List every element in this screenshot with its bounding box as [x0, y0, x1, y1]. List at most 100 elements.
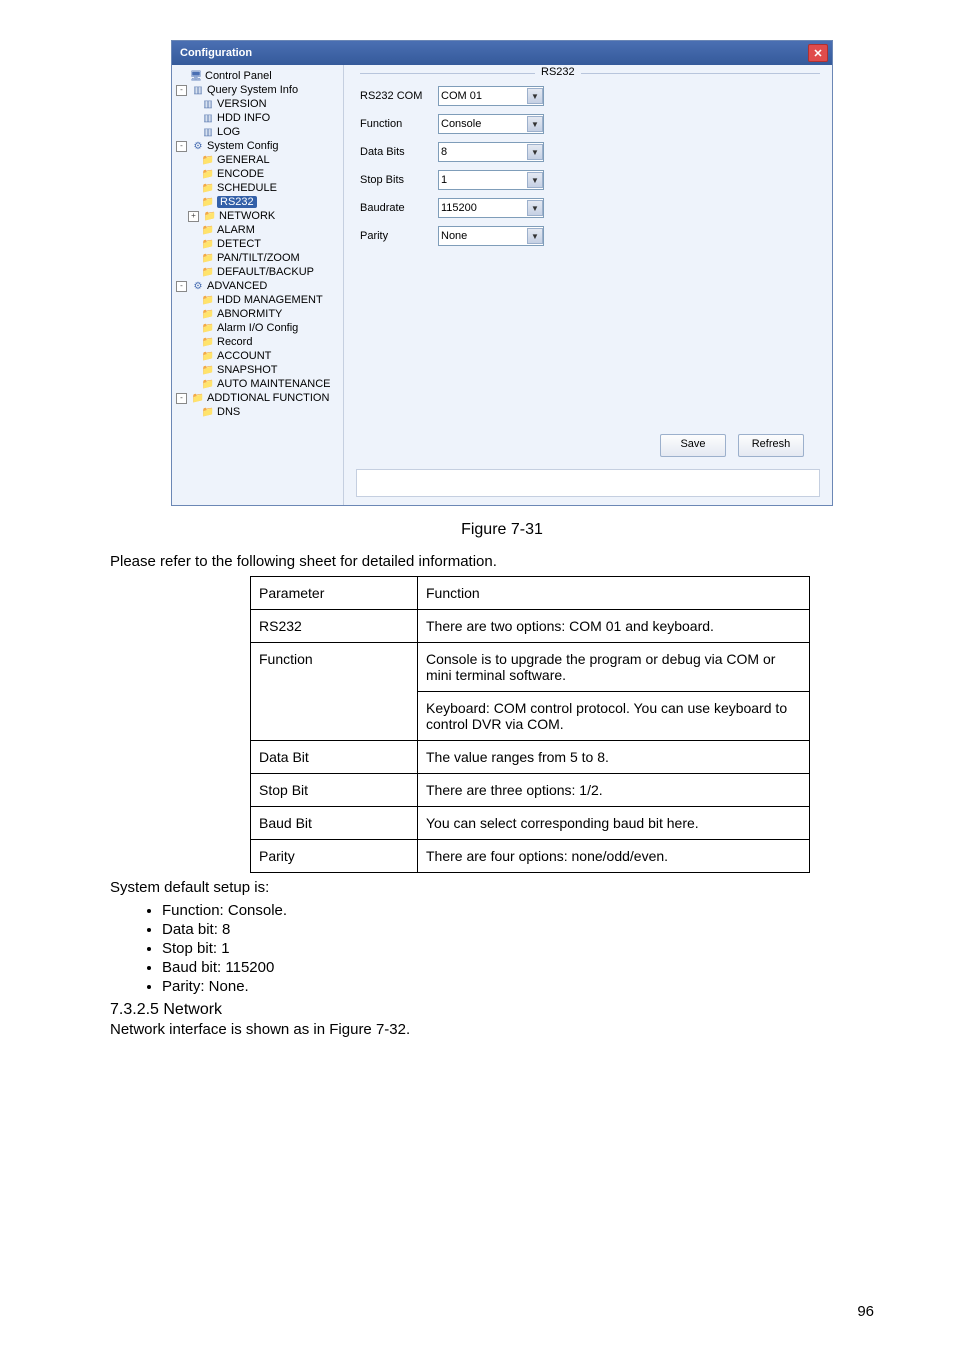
refresh-button[interactable]: Refresh: [738, 434, 804, 457]
gear-icon: ⚙: [192, 280, 204, 292]
tree-item[interactable]: -⚙ADVANCED: [176, 279, 341, 293]
tree-item[interactable]: ▥LOG: [176, 125, 341, 139]
setting-dropdown[interactable]: 8▼: [438, 142, 544, 162]
tree-label: HDD MANAGEMENT: [217, 294, 323, 306]
navigation-tree: 🖥Control Panel-▥Query System Info▥VERSIO…: [172, 65, 344, 505]
table-header-row: Parameter Function: [251, 577, 810, 610]
tree-item[interactable]: 📁DETECT: [176, 237, 341, 251]
expander-icon[interactable]: -: [176, 281, 187, 292]
tree-item[interactable]: 📁Alarm I/O Config: [176, 321, 341, 335]
tree-item[interactable]: ▥HDD INFO: [176, 111, 341, 125]
parameter-table: Parameter Function RS232There are two op…: [250, 576, 810, 873]
expander-icon[interactable]: -: [176, 85, 187, 96]
tree-label: Control Panel: [205, 70, 272, 82]
tree-label: RS232: [217, 196, 257, 208]
tree-label: ADDTIONAL FUNCTION: [207, 392, 329, 404]
tree-item[interactable]: 📁PAN/TILT/ZOOM: [176, 251, 341, 265]
tree-label: DEFAULT/BACKUP: [217, 266, 314, 278]
header-function: Function: [418, 577, 810, 610]
folder-icon: 📁: [202, 238, 214, 250]
tree-item[interactable]: 🖥Control Panel: [176, 69, 341, 83]
tree-item[interactable]: 📁RS232: [176, 195, 341, 209]
setting-label: Data Bits: [360, 146, 438, 158]
file-icon: ▥: [202, 112, 214, 124]
tree-label: Query System Info: [207, 84, 298, 96]
setting-dropdown[interactable]: 115200▼: [438, 198, 544, 218]
tree-item[interactable]: 📁SCHEDULE: [176, 181, 341, 195]
setting-dropdown[interactable]: None▼: [438, 226, 544, 246]
defaults-intro: System default setup is:: [110, 879, 894, 896]
expander-icon[interactable]: -: [176, 393, 187, 404]
file-icon: ▥: [202, 98, 214, 110]
setting-label: Function: [360, 118, 438, 130]
chevron-down-icon: ▼: [527, 144, 543, 160]
setting-row: Stop Bits1▼: [360, 170, 820, 190]
tree-item[interactable]: 📁HDD MANAGEMENT: [176, 293, 341, 307]
header-parameter: Parameter: [251, 577, 418, 610]
setting-label: Baudrate: [360, 202, 438, 214]
tree-label: GENERAL: [217, 154, 270, 166]
tree-label: NETWORK: [219, 210, 275, 222]
setting-label: Parity: [360, 230, 438, 242]
folder-icon: 📁: [202, 168, 214, 180]
cell-param: Function: [251, 643, 418, 741]
folder-icon: 📁: [202, 378, 214, 390]
tree-label: SNAPSHOT: [217, 364, 278, 376]
setting-dropdown[interactable]: 1▼: [438, 170, 544, 190]
tree-item[interactable]: 📁ABNORMITY: [176, 307, 341, 321]
cell-param: Stop Bit: [251, 774, 418, 807]
page-number: 96: [857, 1303, 874, 1320]
table-row: Data BitThe value ranges from 5 to 8.: [251, 741, 810, 774]
setting-dropdown[interactable]: Console ▼: [438, 114, 544, 134]
tree-item[interactable]: ▥VERSION: [176, 97, 341, 111]
tree-item[interactable]: 📁ENCODE: [176, 167, 341, 181]
setting-row: FunctionConsole ▼: [360, 114, 820, 134]
tree-label: HDD INFO: [217, 112, 270, 124]
close-button[interactable]: ✕: [808, 44, 828, 62]
title-bar: Configuration ✕: [172, 41, 832, 65]
tree-label: AUTO MAINTENANCE: [217, 378, 330, 390]
folder-icon: 📁: [202, 294, 214, 306]
list-item: Function: Console.: [162, 902, 894, 919]
chevron-down-icon: ▼: [527, 88, 543, 104]
window-title: Configuration: [180, 47, 252, 59]
file-icon: ▥: [202, 126, 214, 138]
expander-icon[interactable]: +: [188, 211, 199, 222]
tree-item[interactable]: -⚙System Config: [176, 139, 341, 153]
tree-item[interactable]: 📁ALARM: [176, 223, 341, 237]
folder-icon: 📁: [192, 392, 204, 404]
dropdown-value: COM 01: [441, 90, 482, 102]
tree-item[interactable]: 📁DEFAULT/BACKUP: [176, 265, 341, 279]
tree-item[interactable]: 📁DNS: [176, 405, 341, 419]
tree-item[interactable]: 📁AUTO MAINTENANCE: [176, 377, 341, 391]
status-box: [356, 469, 820, 497]
defaults-list: Function: Console.Data bit: 8Stop bit: 1…: [110, 902, 894, 995]
tree-label: DETECT: [217, 238, 261, 250]
cell-func: There are three options: 1/2.: [418, 774, 810, 807]
tree-item[interactable]: 📁SNAPSHOT: [176, 363, 341, 377]
tree-label: PAN/TILT/ZOOM: [217, 252, 300, 264]
tree-item[interactable]: 📁Record: [176, 335, 341, 349]
setting-dropdown[interactable]: COM 01 ▼: [438, 86, 544, 106]
setting-row: ParityNone▼: [360, 226, 820, 246]
expander-icon[interactable]: -: [176, 141, 187, 152]
tree-item[interactable]: 📁ACCOUNT: [176, 349, 341, 363]
tree-label: VERSION: [217, 98, 267, 110]
folder-icon: 📁: [202, 322, 214, 334]
cell-param: Data Bit: [251, 741, 418, 774]
monitor-icon: 🖥: [190, 70, 202, 82]
tree-label: ENCODE: [217, 168, 264, 180]
setting-row: RS232 COMCOM 01▼: [360, 86, 820, 106]
save-button[interactable]: Save: [660, 434, 726, 457]
tree-item[interactable]: 📁GENERAL: [176, 153, 341, 167]
tree-item[interactable]: -▥Query System Info: [176, 83, 341, 97]
dropdown-value: Console: [441, 118, 481, 130]
cell-func: The value ranges from 5 to 8.: [418, 741, 810, 774]
dropdown-value: 8: [441, 146, 447, 158]
dropdown-value: 115200: [441, 202, 477, 214]
tree-item[interactable]: -📁ADDTIONAL FUNCTION: [176, 391, 341, 405]
button-row: Save Refresh: [660, 434, 804, 457]
tree-item[interactable]: +📁NETWORK: [176, 209, 341, 223]
chevron-down-icon: ▼: [527, 116, 543, 132]
configuration-window: Configuration ✕ 🖥Control Panel-▥Query Sy…: [171, 40, 833, 506]
